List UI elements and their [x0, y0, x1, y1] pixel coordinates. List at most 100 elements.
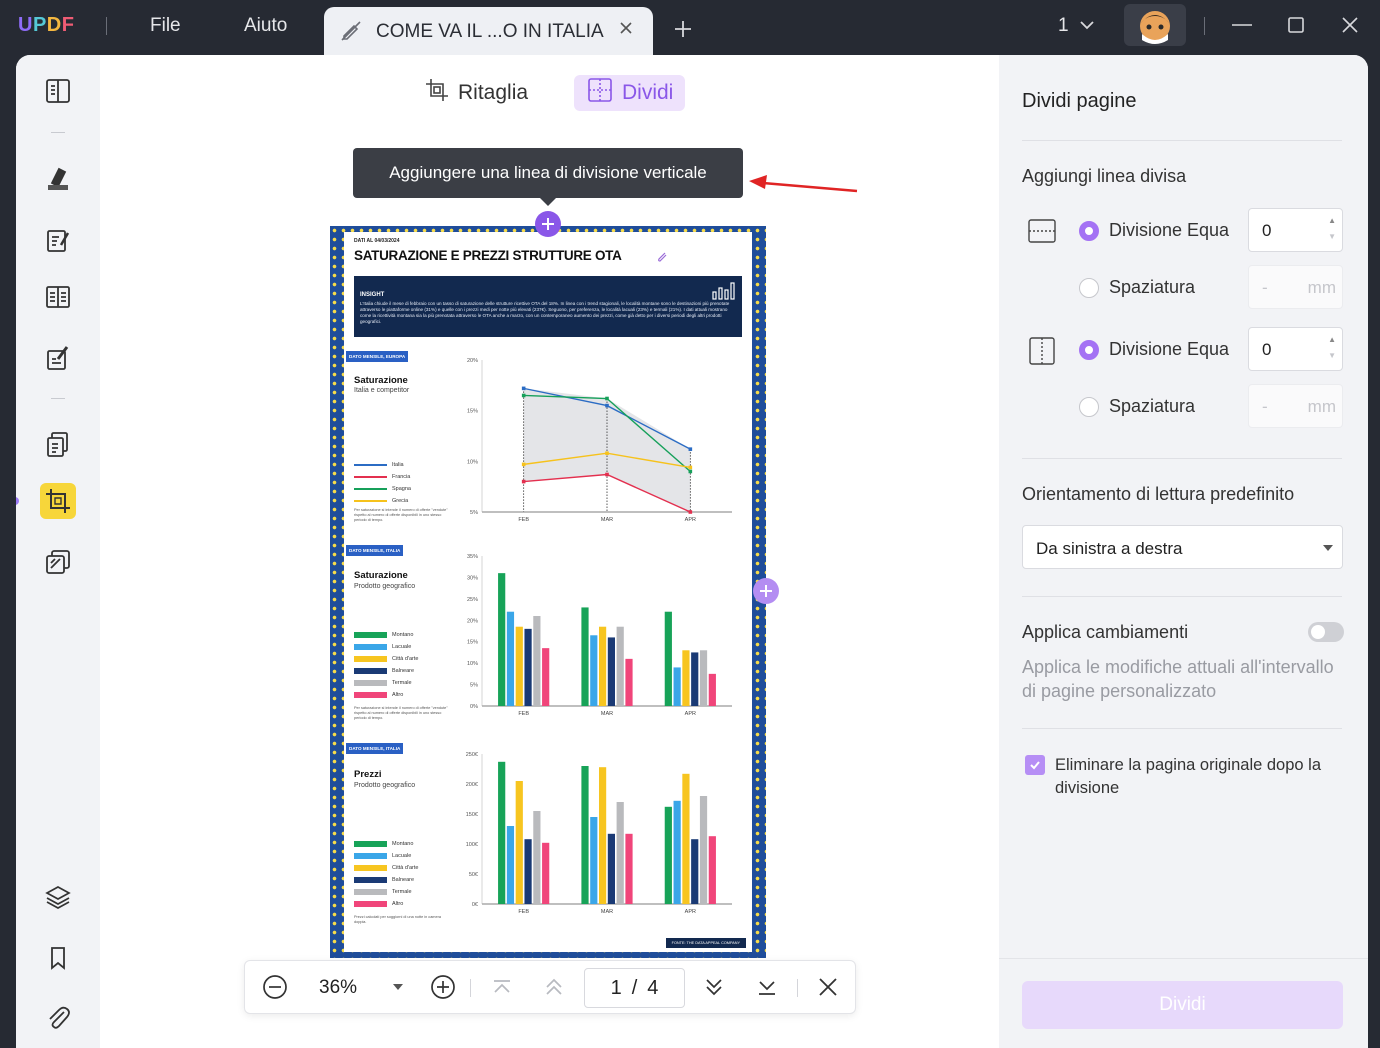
- section-note: Per saturazione si intende il numero di …: [354, 508, 448, 522]
- data-point: [688, 447, 693, 451]
- bar: [581, 607, 589, 706]
- chart-legend: Montano Lacuale Città d'arte Balneare Te…: [354, 629, 418, 701]
- zoom-out-icon[interactable]: [261, 973, 289, 1006]
- x-tick-label: APR: [685, 517, 696, 523]
- y-tick-label: 250€: [466, 752, 478, 758]
- h-spacing-input[interactable]: - mm: [1248, 265, 1343, 309]
- page-number-input[interactable]: 1 / 4: [584, 968, 685, 1008]
- crop-mode-button[interactable]: Ritaglia: [412, 75, 540, 111]
- spin-down-icon[interactable]: ▼: [1328, 351, 1336, 360]
- reader-mode-icon[interactable]: [40, 73, 76, 109]
- h-equal-division-radio[interactable]: [1079, 221, 1099, 241]
- close-window-icon[interactable]: [1340, 14, 1360, 41]
- legend-item: Città d'arte: [354, 862, 418, 874]
- protect-icon[interactable]: [40, 544, 76, 580]
- legend-item: Grecia: [354, 495, 411, 507]
- user-avatar[interactable]: [1124, 4, 1186, 46]
- organize-pages-icon[interactable]: [40, 426, 76, 462]
- layers-icon[interactable]: [40, 879, 76, 915]
- delete-original-label: Eliminare la pagina originale dopo la di…: [1055, 756, 1322, 797]
- spin-up-icon[interactable]: ▲: [1328, 216, 1336, 225]
- bar: [515, 626, 523, 706]
- bar: [542, 842, 550, 904]
- v-equal-division-input[interactable]: 0 ▲ ▼: [1248, 327, 1343, 371]
- y-tick-label: 0%: [470, 704, 478, 710]
- split-settings-panel: Dividi pagine Aggiungi linea divisa Divi…: [999, 55, 1368, 1048]
- bar: [542, 648, 550, 706]
- v-equal-division-radio[interactable]: [1079, 340, 1099, 360]
- legend-item: Lacuale: [354, 850, 418, 862]
- bar: [699, 796, 708, 904]
- bar: [691, 839, 699, 904]
- close-tab-icon[interactable]: [617, 19, 635, 42]
- bar: [708, 836, 716, 904]
- spin-down-icon[interactable]: ▼: [1328, 232, 1336, 241]
- legend-item: Città d'arte: [354, 653, 418, 665]
- y-tick-label: 50€: [469, 872, 478, 878]
- data-point: [605, 451, 609, 456]
- bar: [664, 806, 672, 904]
- first-page-icon[interactable]: [490, 973, 514, 1006]
- h-equal-division-input[interactable]: 0 ▲ ▼: [1248, 208, 1343, 252]
- maximize-icon[interactable]: [1287, 14, 1305, 41]
- bar: [524, 628, 532, 706]
- spin-up-icon[interactable]: ▲: [1328, 335, 1336, 344]
- bar: [664, 611, 672, 706]
- data-point: [688, 465, 693, 470]
- close-toolbar-icon[interactable]: [816, 973, 840, 1006]
- y-tick-label: 5%: [470, 510, 478, 516]
- bookmark-icon[interactable]: [40, 940, 76, 976]
- window-count[interactable]: 1: [1058, 15, 1069, 37]
- zoom-level[interactable]: 36%: [319, 977, 357, 999]
- updf-logo[interactable]: UPDF: [18, 14, 74, 37]
- last-page-icon[interactable]: [755, 973, 779, 1006]
- zoom-in-icon[interactable]: [429, 973, 457, 1006]
- bar: [673, 667, 681, 706]
- attachment-icon[interactable]: [40, 1000, 76, 1036]
- bar: [506, 826, 515, 904]
- orientation-select[interactable]: Da sinistra a destra: [1022, 525, 1343, 569]
- split-button[interactable]: Dividi: [1022, 981, 1343, 1029]
- bar: [616, 626, 624, 706]
- form-icon[interactable]: [40, 279, 76, 315]
- bar-chart-prezzi: 250€ 200€ 150€ 100€ 50€ 0€ FEB MAR APR: [466, 752, 732, 915]
- bar: [607, 637, 615, 706]
- menu-file[interactable]: File: [150, 15, 181, 37]
- v-spacing-input[interactable]: - mm: [1248, 384, 1343, 428]
- comment-icon[interactable]: [40, 160, 76, 196]
- h-spacing-radio[interactable]: [1079, 278, 1099, 298]
- section-title: Prezzi: [354, 769, 382, 780]
- horizontal-split-icon: [1027, 216, 1057, 251]
- page-separator: /: [631, 976, 638, 999]
- delete-original-checkbox[interactable]: [1025, 755, 1045, 775]
- previous-page-icon[interactable]: [542, 973, 566, 1006]
- x-tick-label: MAR: [601, 711, 613, 717]
- zoom-dropdown-icon[interactable]: [391, 975, 405, 1004]
- y-tick-label: 15%: [467, 640, 478, 646]
- y-tick-label: 100€: [466, 842, 478, 848]
- title-separator: [1204, 17, 1205, 35]
- chevron-down-icon[interactable]: [1078, 16, 1096, 39]
- document-tab[interactable]: COME VA IL ...O IN ITALIA: [324, 7, 653, 55]
- bar: [498, 573, 506, 706]
- sign-icon[interactable]: [40, 340, 76, 376]
- add-vertical-line-icon[interactable]: [535, 211, 561, 237]
- edit-pdf-icon[interactable]: [40, 222, 76, 258]
- split-mode-button[interactable]: Dividi: [574, 75, 686, 111]
- legend-item: Montano: [354, 838, 418, 850]
- add-horizontal-line-icon[interactable]: [753, 578, 779, 604]
- toolbar-divider: [470, 979, 471, 997]
- minimize-icon[interactable]: [1231, 14, 1253, 41]
- bar: [506, 611, 515, 706]
- v-spacing-radio[interactable]: [1079, 397, 1099, 417]
- new-tab-icon[interactable]: [673, 19, 693, 44]
- apply-changes-toggle[interactable]: [1308, 622, 1344, 642]
- next-page-icon[interactable]: [702, 973, 726, 1006]
- dropdown-caret-icon: [1323, 545, 1333, 551]
- y-tick-label: 15%: [467, 409, 478, 415]
- menu-aiuto[interactable]: Aiuto: [244, 15, 287, 37]
- crop-split-icon[interactable]: [40, 483, 76, 519]
- legend-item: Balneare: [354, 665, 418, 677]
- legend-item: Termale: [354, 886, 418, 898]
- legend-item: Lacuale: [354, 641, 418, 653]
